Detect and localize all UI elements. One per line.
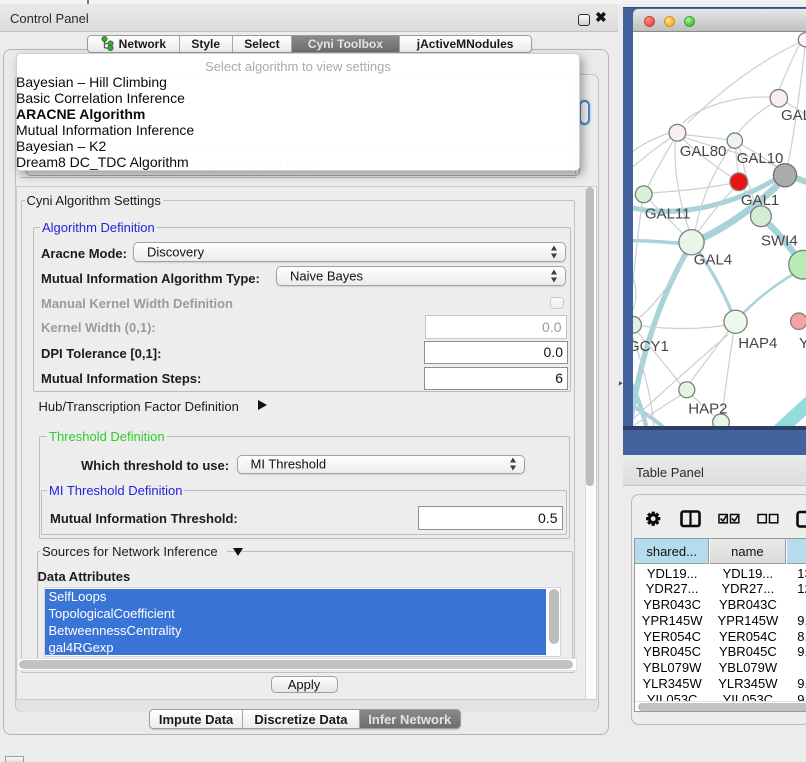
- svg-text:GAL1: GAL1: [741, 191, 779, 208]
- svg-text:GAL80: GAL80: [680, 142, 727, 159]
- svg-text:GAL11: GAL11: [645, 205, 691, 222]
- svg-text:GAL7: GAL7: [781, 106, 806, 123]
- svg-text:GAL10: GAL10: [737, 149, 784, 166]
- svg-text:YP: YP: [799, 334, 806, 351]
- svg-text:HAP4: HAP4: [738, 334, 777, 351]
- svg-text:HAP2: HAP2: [688, 400, 727, 417]
- svg-text:GCY1: GCY1: [633, 337, 669, 354]
- svg-text:GAL4: GAL4: [694, 251, 732, 268]
- svg-text:SWI4: SWI4: [761, 232, 798, 249]
